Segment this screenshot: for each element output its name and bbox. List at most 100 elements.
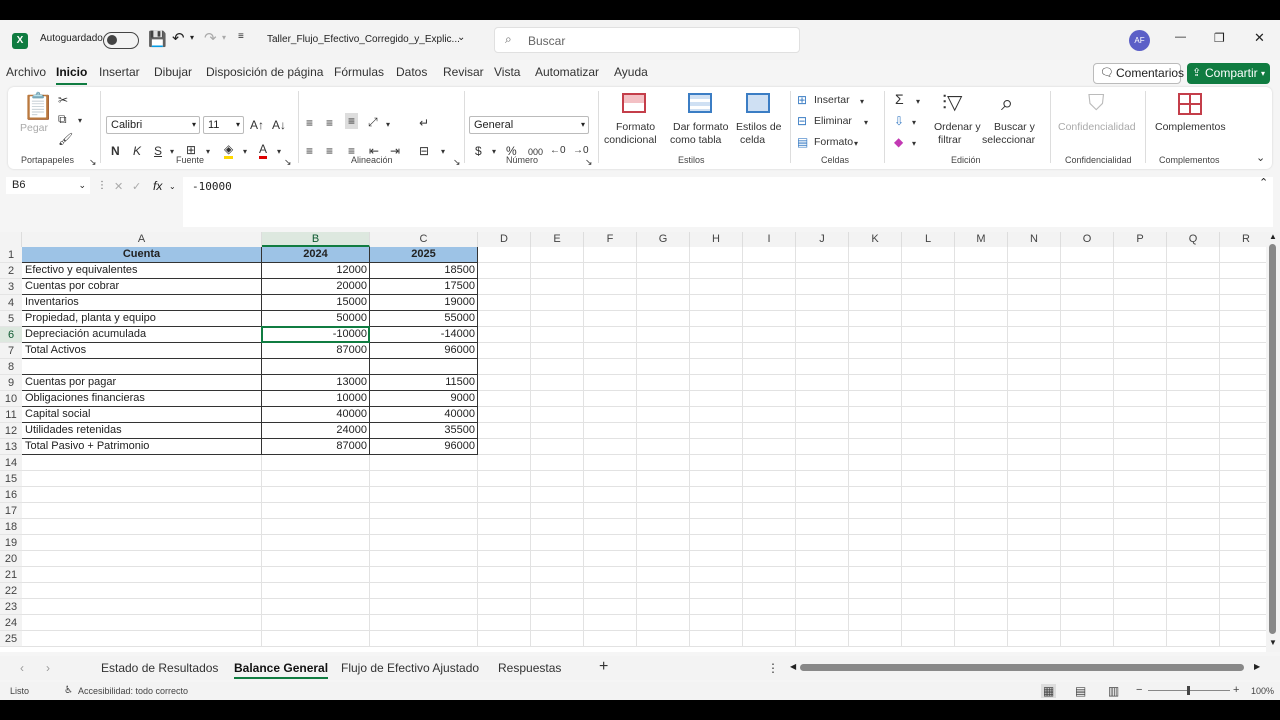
column-header-d[interactable]: D [478,232,531,247]
grid-cell[interactable] [262,631,370,647]
share-button[interactable]: ⇪ Compartir ▾ [1187,63,1270,84]
grid-cell[interactable] [902,439,955,455]
bold-button[interactable]: N [111,144,120,158]
grid-cell[interactable] [849,423,902,439]
grid-cell[interactable] [955,263,1008,279]
grid-cell[interactable] [1008,583,1061,599]
grid-cell[interactable] [1220,247,1266,263]
grid-cell[interactable] [955,375,1008,391]
grid-cell[interactable] [955,279,1008,295]
grid-cell[interactable] [1061,327,1114,343]
grid-cell[interactable] [1008,295,1061,311]
delete-cells-button[interactable]: Eliminar [814,115,852,127]
grid-cell[interactable] [1114,487,1167,503]
grid-cell[interactable] [1008,263,1061,279]
grid-cell[interactable] [955,487,1008,503]
grid-cell[interactable] [1061,471,1114,487]
grid-cell[interactable] [22,455,262,471]
grid-cell[interactable] [1061,359,1114,375]
grid-cell[interactable] [1114,439,1167,455]
grid-cell[interactable] [1114,455,1167,471]
grid-cell[interactable] [796,455,849,471]
grid-cell[interactable] [1061,599,1114,615]
insert-function-button[interactable]: fx [153,179,162,193]
grid-cell[interactable] [370,583,478,599]
grid-cell[interactable] [902,519,955,535]
grid-cell[interactable] [637,535,690,551]
grid-cell[interactable] [1114,519,1167,535]
grid-cell[interactable] [262,503,370,519]
grid-cell[interactable] [637,327,690,343]
scroll-left-icon[interactable]: ◀ [790,662,796,671]
menu-datos[interactable]: Datos [396,65,427,79]
grid-cell[interactable] [849,535,902,551]
grid-cell[interactable] [955,583,1008,599]
autosave-toggle[interactable] [103,32,139,49]
grid-cell[interactable] [1220,311,1266,327]
grid-cell[interactable] [531,343,584,359]
grid-cell[interactable] [743,311,796,327]
grid-cell[interactable] [796,535,849,551]
find-select-label-2[interactable]: seleccionar [982,134,1035,146]
insert-dropdown-icon[interactable]: ▾ [860,95,864,109]
grid-cell[interactable] [1220,439,1266,455]
previous-sheet-icon[interactable]: ‹ [20,661,24,675]
grid-cell[interactable] [743,279,796,295]
grid-cell[interactable] [1008,471,1061,487]
clear-icon[interactable]: ◆ [894,135,903,149]
grid-cell[interactable] [1008,567,1061,583]
grid-cell[interactable] [1061,279,1114,295]
grid-cell[interactable] [690,247,743,263]
grid-cell[interactable] [955,407,1008,423]
value-cell[interactable]: 50000 [262,311,370,327]
grid-cell[interactable] [1008,327,1061,343]
value-cell[interactable]: 18500 [370,263,478,279]
grid-cell[interactable] [637,375,690,391]
grid-cell[interactable] [1167,279,1220,295]
value-cell[interactable]: -14000 [370,327,478,343]
grid-cell[interactable] [902,631,955,647]
grid-cell[interactable] [743,535,796,551]
grid-cell[interactable] [796,599,849,615]
account-name-cell[interactable]: Total Pasivo + Patrimonio [22,439,262,455]
grid-cell[interactable] [22,519,262,535]
number-format-select[interactable]: General ▾ [469,116,589,134]
grid-cell[interactable] [1008,279,1061,295]
grid-cell[interactable] [1167,535,1220,551]
grid-cell[interactable] [478,583,531,599]
grid-cell[interactable] [1167,247,1220,263]
insert-cells-button[interactable]: Insertar [814,94,850,106]
grid-cell[interactable] [849,439,902,455]
grid-cell[interactable] [902,583,955,599]
grid-cell[interactable] [637,487,690,503]
clear-dropdown-icon[interactable]: ▾ [912,137,916,151]
grid-cell[interactable] [1008,503,1061,519]
grid-cell[interactable] [796,295,849,311]
grid-cell[interactable] [1167,391,1220,407]
user-avatar[interactable]: AF [1129,30,1150,51]
row-header-12[interactable]: 12 [0,423,22,439]
grid-cell[interactable] [743,343,796,359]
row-header-11[interactable]: 11 [0,407,22,423]
account-name-cell[interactable]: Propiedad, planta y equipo [22,311,262,327]
value-cell[interactable]: 20000 [262,279,370,295]
grid-cell[interactable] [1167,455,1220,471]
grid-cell[interactable] [22,567,262,583]
grid-cell[interactable] [955,599,1008,615]
grid-cell[interactable] [584,247,637,263]
grid-cell[interactable] [849,631,902,647]
grid-cell[interactable] [1167,343,1220,359]
restore-button[interactable]: ❐ [1214,31,1225,45]
value-cell[interactable]: 87000 [262,439,370,455]
page-break-view-icon[interactable]: ▥ [1108,684,1119,698]
autosum-icon[interactable]: Σ [895,92,904,106]
grid-cell[interactable] [902,503,955,519]
fill-color-icon[interactable]: ◈ [224,142,234,159]
value-cell[interactable]: 13000 [262,375,370,391]
grid-cell[interactable] [1061,551,1114,567]
grid-cell[interactable] [1114,583,1167,599]
grid-cell[interactable] [531,359,584,375]
grid-cell[interactable] [796,567,849,583]
cancel-icon[interactable]: ✕ [114,180,123,193]
grid-cell[interactable] [690,375,743,391]
